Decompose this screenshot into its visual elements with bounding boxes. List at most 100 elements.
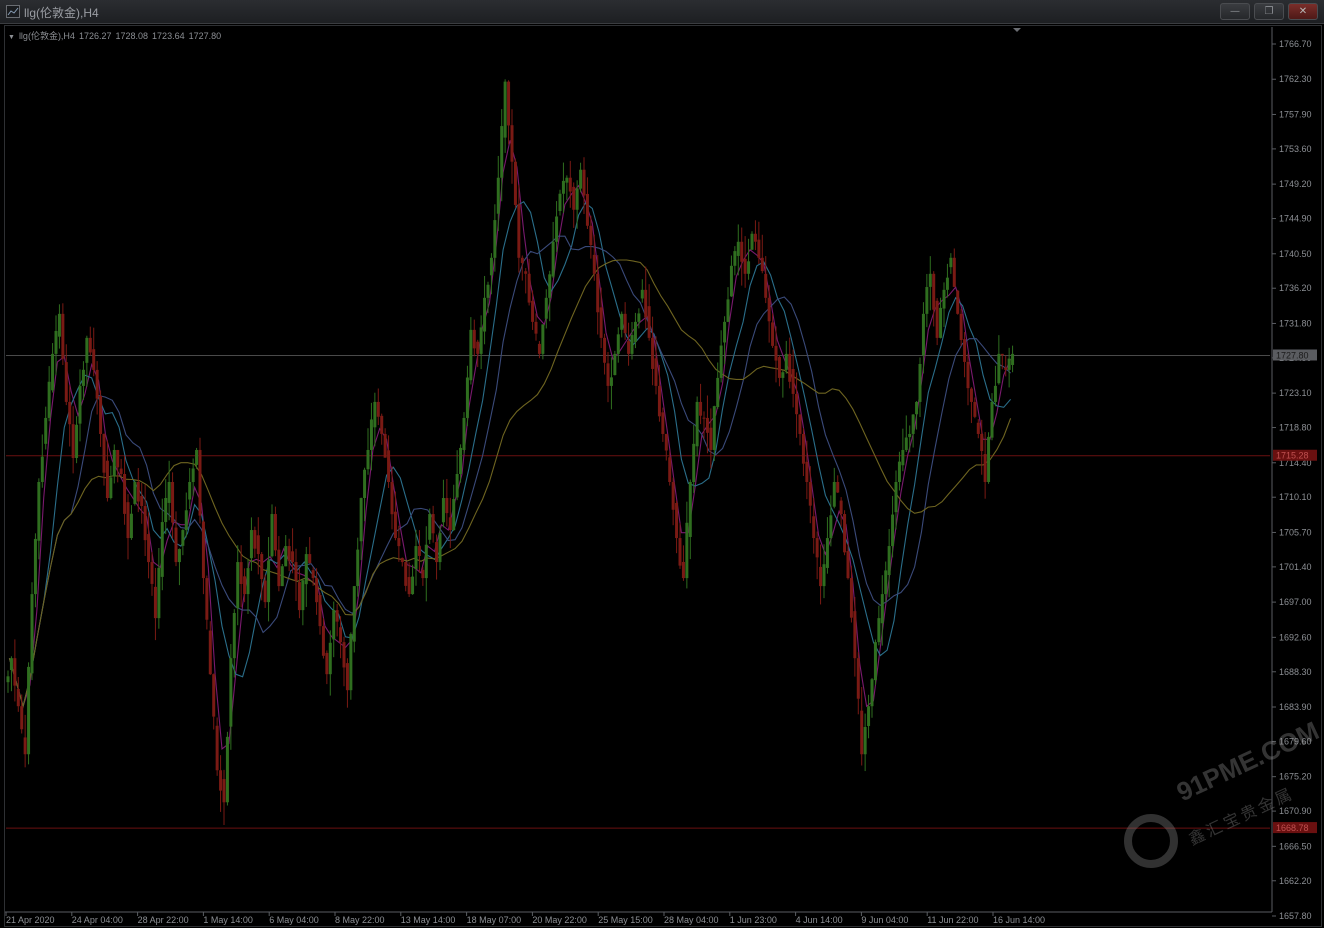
candle-body — [383, 433, 387, 458]
candle-body — [496, 177, 500, 214]
candle-body — [428, 514, 432, 540]
candle-body — [167, 482, 171, 503]
candle-body — [849, 578, 853, 618]
candle-body — [791, 369, 795, 394]
candle-body — [647, 306, 651, 338]
candle-body — [565, 177, 569, 183]
candle-body — [332, 610, 336, 640]
candle-body — [249, 530, 253, 559]
candle-body — [808, 482, 812, 506]
candle-body — [64, 362, 68, 402]
candle-body — [133, 482, 137, 504]
candle-body — [119, 468, 123, 474]
price-tick-label: 1718.80 — [1279, 423, 1312, 433]
candle-body — [500, 126, 504, 178]
candle-body — [150, 562, 154, 584]
candle-body — [750, 233, 754, 250]
candle-body — [884, 570, 888, 595]
candle-body — [777, 357, 781, 378]
candle-body — [441, 498, 445, 523]
candle-body — [51, 353, 55, 391]
candle-body — [764, 273, 768, 298]
candle-body — [20, 706, 24, 730]
candle-body — [116, 449, 120, 468]
price-tick-label: 1692.60 — [1279, 632, 1312, 642]
candle-body — [318, 595, 322, 627]
candle-body — [85, 337, 89, 363]
candle-body — [349, 634, 353, 691]
candle-body — [57, 313, 61, 337]
candle-body — [976, 422, 980, 434]
candle-body — [342, 642, 346, 668]
candle-body — [513, 161, 517, 205]
candle-body — [531, 300, 535, 322]
candle-body — [637, 313, 641, 322]
candle-body — [301, 580, 305, 611]
candle-body — [507, 81, 511, 126]
candle-body — [486, 284, 490, 298]
time-tick-label: 6 May 04:00 — [269, 915, 319, 925]
candle-body — [853, 611, 857, 659]
candle-body — [95, 369, 99, 399]
candle-body — [421, 569, 425, 579]
candle-body — [623, 313, 627, 334]
candle-body — [205, 578, 209, 620]
candle-body — [136, 482, 140, 502]
candle-body — [891, 514, 895, 547]
candle-body — [359, 498, 363, 542]
price-tag-label: 1727.80 — [1276, 350, 1309, 360]
candle-body — [671, 482, 675, 510]
candle-body — [983, 454, 987, 483]
candle-body — [243, 576, 247, 595]
candle-body — [873, 642, 877, 681]
info-arrow-icon[interactable]: ▼ — [8, 34, 15, 41]
candle-body — [328, 642, 332, 675]
time-tick-label: 28 May 04:00 — [664, 915, 719, 925]
candle-body — [843, 514, 847, 553]
candle-body — [284, 546, 288, 567]
candle-body — [726, 299, 730, 322]
candle-body — [253, 530, 257, 549]
candle-body — [397, 538, 401, 547]
candle-body — [932, 273, 936, 310]
chart-shift-marker-icon[interactable] — [1013, 28, 1021, 32]
candle-body — [462, 417, 466, 450]
price-tick-label: 1762.30 — [1279, 74, 1312, 84]
candle-body — [260, 554, 264, 580]
candle-body — [376, 401, 380, 417]
candle-body — [695, 401, 699, 447]
candle-body — [860, 710, 864, 755]
candle-body — [939, 307, 943, 338]
candle-body — [126, 502, 130, 539]
candle-body — [585, 193, 589, 226]
candle-body — [54, 330, 58, 354]
candle-body — [541, 324, 545, 354]
candle-body — [61, 313, 65, 359]
candle-body — [16, 688, 20, 707]
candle-body — [568, 177, 572, 192]
time-tick-label: 24 Apr 04:00 — [72, 915, 123, 925]
candle-body — [469, 329, 473, 381]
candle-body — [928, 273, 932, 287]
candle-body — [445, 498, 449, 514]
candle-body — [147, 534, 151, 563]
candle-body — [980, 433, 984, 452]
candle-body — [411, 576, 415, 595]
candle-body — [709, 427, 713, 450]
price-tag-label: 1715.28 — [1276, 451, 1309, 461]
candle-body — [339, 627, 343, 643]
candle-body — [325, 652, 329, 675]
candle-body — [661, 412, 665, 434]
price-tick-label: 1740.50 — [1279, 249, 1312, 259]
candle-body — [157, 567, 161, 619]
price-tick-label: 1688.30 — [1279, 667, 1312, 677]
candle-body — [270, 514, 274, 557]
candle-body — [393, 511, 397, 539]
candle-body — [27, 666, 31, 755]
time-tick-label: 25 May 15:00 — [598, 915, 653, 925]
candle-body — [44, 417, 48, 444]
candle-body — [551, 241, 555, 277]
candle-body — [1004, 367, 1008, 370]
candle-body — [579, 169, 583, 189]
candle-body — [171, 482, 175, 523]
